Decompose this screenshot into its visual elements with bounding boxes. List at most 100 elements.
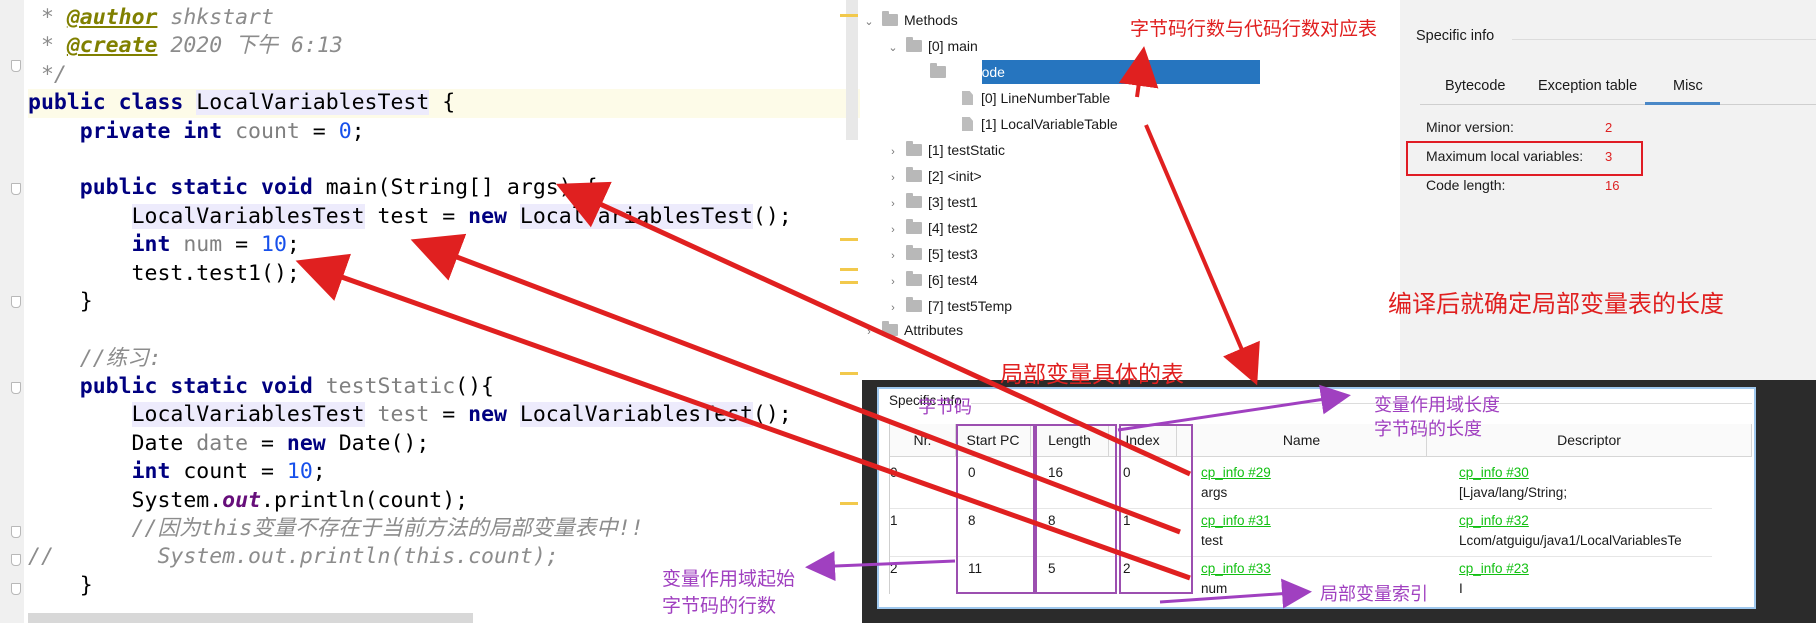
- error-stripe-mark[interactable]: [840, 14, 858, 17]
- code-line[interactable]: int count = 10;: [28, 458, 860, 486]
- tree-node-local-variable-table[interactable]: [1] LocalVariableTable: [962, 112, 1118, 136]
- file-icon: [962, 91, 973, 105]
- chevron-down-icon[interactable]: ⌄: [886, 36, 900, 60]
- code-line[interactable]: //练习:: [28, 345, 860, 373]
- code-line[interactable]: Date date = new Date();: [28, 430, 860, 458]
- annotation-lvt-table: 局部变量具体的表: [1000, 361, 1184, 387]
- code-token: new: [468, 402, 520, 428]
- column-header-nr[interactable]: Nr.: [890, 424, 956, 457]
- tree-node-method[interactable]: › [7] test5Temp: [886, 294, 1012, 318]
- cell-name-ref[interactable]: cp_info #29: [1201, 465, 1271, 480]
- cell-descriptor-ref[interactable]: cp_info #30: [1459, 465, 1529, 480]
- code-token: {: [429, 90, 456, 116]
- chevron-down-icon[interactable]: ⌄: [862, 10, 876, 34]
- annotation-bytecode-word: 字节码: [918, 397, 972, 417]
- tree-node-main[interactable]: ⌄ [0] main: [886, 34, 978, 58]
- chevron-right-icon[interactable]: ›: [886, 218, 900, 242]
- fold-marker-icon[interactable]: [11, 183, 21, 195]
- chevron-right-icon[interactable]: ›: [886, 166, 900, 190]
- code-line[interactable]: LocalVariablesTest test = new LocalVaria…: [28, 401, 860, 429]
- fold-marker-icon[interactable]: [11, 296, 21, 308]
- cell-name-ref[interactable]: cp_info #33: [1201, 561, 1271, 576]
- tab-exception-table[interactable]: Exception table: [1538, 78, 1637, 94]
- code-line[interactable]: */: [28, 61, 860, 89]
- code-token: (){: [455, 374, 495, 400]
- chevron-right-icon[interactable]: ›: [886, 270, 900, 294]
- tree-node-attributes[interactable]: › Attributes: [862, 318, 963, 342]
- fold-marker-icon[interactable]: [11, 554, 21, 566]
- code-line[interactable]: [28, 316, 860, 344]
- cp-info-link[interactable]: cp_info #23: [1459, 561, 1529, 576]
- code-line[interactable]: public static void main(String[] args) {: [28, 174, 860, 202]
- chevron-right-icon[interactable]: ›: [886, 192, 900, 216]
- cp-info-link[interactable]: cp_info #32: [1459, 513, 1529, 528]
- method-tree[interactable]: ⌄ Methods ⌄ [0] main ⌄ [0] Code [0] LineNum…: [862, 0, 1400, 380]
- fold-marker-icon[interactable]: [11, 526, 21, 538]
- folder-icon: [906, 193, 922, 208]
- tree-node-code[interactable]: ⌄ [0] Code: [910, 60, 1005, 84]
- fold-marker-icon[interactable]: [11, 382, 21, 394]
- cell-name-ref[interactable]: cp_info #31: [1201, 513, 1271, 528]
- code-lines[interactable]: * @author shkstart * @create 2020 下午 6:1…: [28, 4, 860, 600]
- tree-node-method[interactable]: › [1] testStatic: [886, 138, 1005, 162]
- code-line[interactable]: private int count = 0;: [28, 118, 860, 146]
- error-stripe-mark[interactable]: [840, 238, 858, 241]
- cell-descriptor-ref[interactable]: cp_info #23: [1459, 561, 1529, 576]
- local-variable-table: Nr. Start PC Length Index Name Descripto…: [889, 424, 1752, 596]
- annotation-scope-length-2: 字节码的长度: [1374, 419, 1482, 439]
- tab-misc[interactable]: Misc: [1673, 78, 1703, 94]
- cell-descriptor-ref[interactable]: cp_info #32: [1459, 513, 1529, 528]
- editor-horizontal-scrollbar[interactable]: [28, 613, 473, 623]
- chevron-right-icon[interactable]: ›: [862, 320, 876, 344]
- code-editor[interactable]: * @author shkstart * @create 2020 下午 6:1…: [0, 0, 860, 623]
- error-stripe-mark[interactable]: [840, 268, 858, 271]
- tree-node-method[interactable]: › [4] test2: [886, 216, 978, 240]
- chevron-right-icon[interactable]: ›: [886, 140, 900, 164]
- code-line[interactable]: public static void testStatic(){: [28, 373, 860, 401]
- error-stripe-mark[interactable]: [840, 502, 858, 505]
- fold-marker-icon[interactable]: [11, 60, 21, 72]
- tree-node-method[interactable]: › [2] <init>: [886, 164, 982, 188]
- tree-node-method[interactable]: › [6] test4: [886, 268, 978, 292]
- code-token: @author: [66, 5, 158, 30]
- cp-info-link[interactable]: cp_info #31: [1201, 513, 1271, 528]
- code-token: =: [248, 430, 287, 456]
- tree-node-methods[interactable]: ⌄ Methods: [862, 8, 958, 32]
- code-line[interactable]: int num = 10;: [28, 231, 860, 259]
- code-line[interactable]: test.test1();: [28, 260, 860, 288]
- code-line[interactable]: LocalVariablesTest test = new LocalVaria…: [28, 203, 860, 231]
- error-stripe-mark[interactable]: [840, 372, 858, 375]
- chevron-right-icon[interactable]: ›: [886, 244, 900, 268]
- code-line[interactable]: * @create 2020 下午 6:13: [28, 32, 860, 60]
- editor-vertical-scrollbar[interactable]: [846, 0, 858, 140]
- tree-node-line-number-table[interactable]: [0] LineNumberTable: [962, 86, 1110, 110]
- error-stripe-mark[interactable]: [840, 281, 858, 284]
- code-line[interactable]: }: [28, 288, 860, 316]
- annotation-scope-length-1: 变量作用域长度: [1374, 395, 1500, 415]
- code-line[interactable]: [28, 146, 860, 174]
- tree-node-method[interactable]: › [3] test1: [886, 190, 978, 214]
- fold-marker-icon[interactable]: [11, 583, 21, 595]
- code-token: @create: [66, 33, 158, 59]
- code-line[interactable]: //因为this变量不存在于当前方法的局部变量表中!!: [28, 515, 860, 543]
- cp-info-link[interactable]: cp_info #33: [1201, 561, 1271, 576]
- editor-gutter: [0, 0, 24, 623]
- code-token: count =: [183, 459, 287, 485]
- code-token: Date();: [338, 430, 430, 456]
- code-line[interactable]: System.out.println(count);: [28, 487, 860, 515]
- code-token: public class: [28, 90, 197, 116]
- tab-bytecode[interactable]: Bytecode: [1445, 78, 1505, 94]
- highlight-box-length: [1035, 424, 1117, 594]
- cp-info-link[interactable]: cp_info #30: [1459, 465, 1529, 480]
- highlight-box-max-locals: [1406, 141, 1643, 176]
- prop-label-code-length: Code length:: [1426, 177, 1506, 193]
- code-line[interactable]: * @author shkstart: [28, 4, 860, 32]
- chevron-down-icon[interactable]: ⌄: [910, 62, 924, 86]
- cp-info-link[interactable]: cp_info #29: [1201, 465, 1271, 480]
- code-line[interactable]: public class LocalVariablesTest {: [28, 89, 860, 118]
- chevron-right-icon[interactable]: ›: [886, 296, 900, 320]
- tree-node-method[interactable]: › [5] test3: [886, 242, 978, 266]
